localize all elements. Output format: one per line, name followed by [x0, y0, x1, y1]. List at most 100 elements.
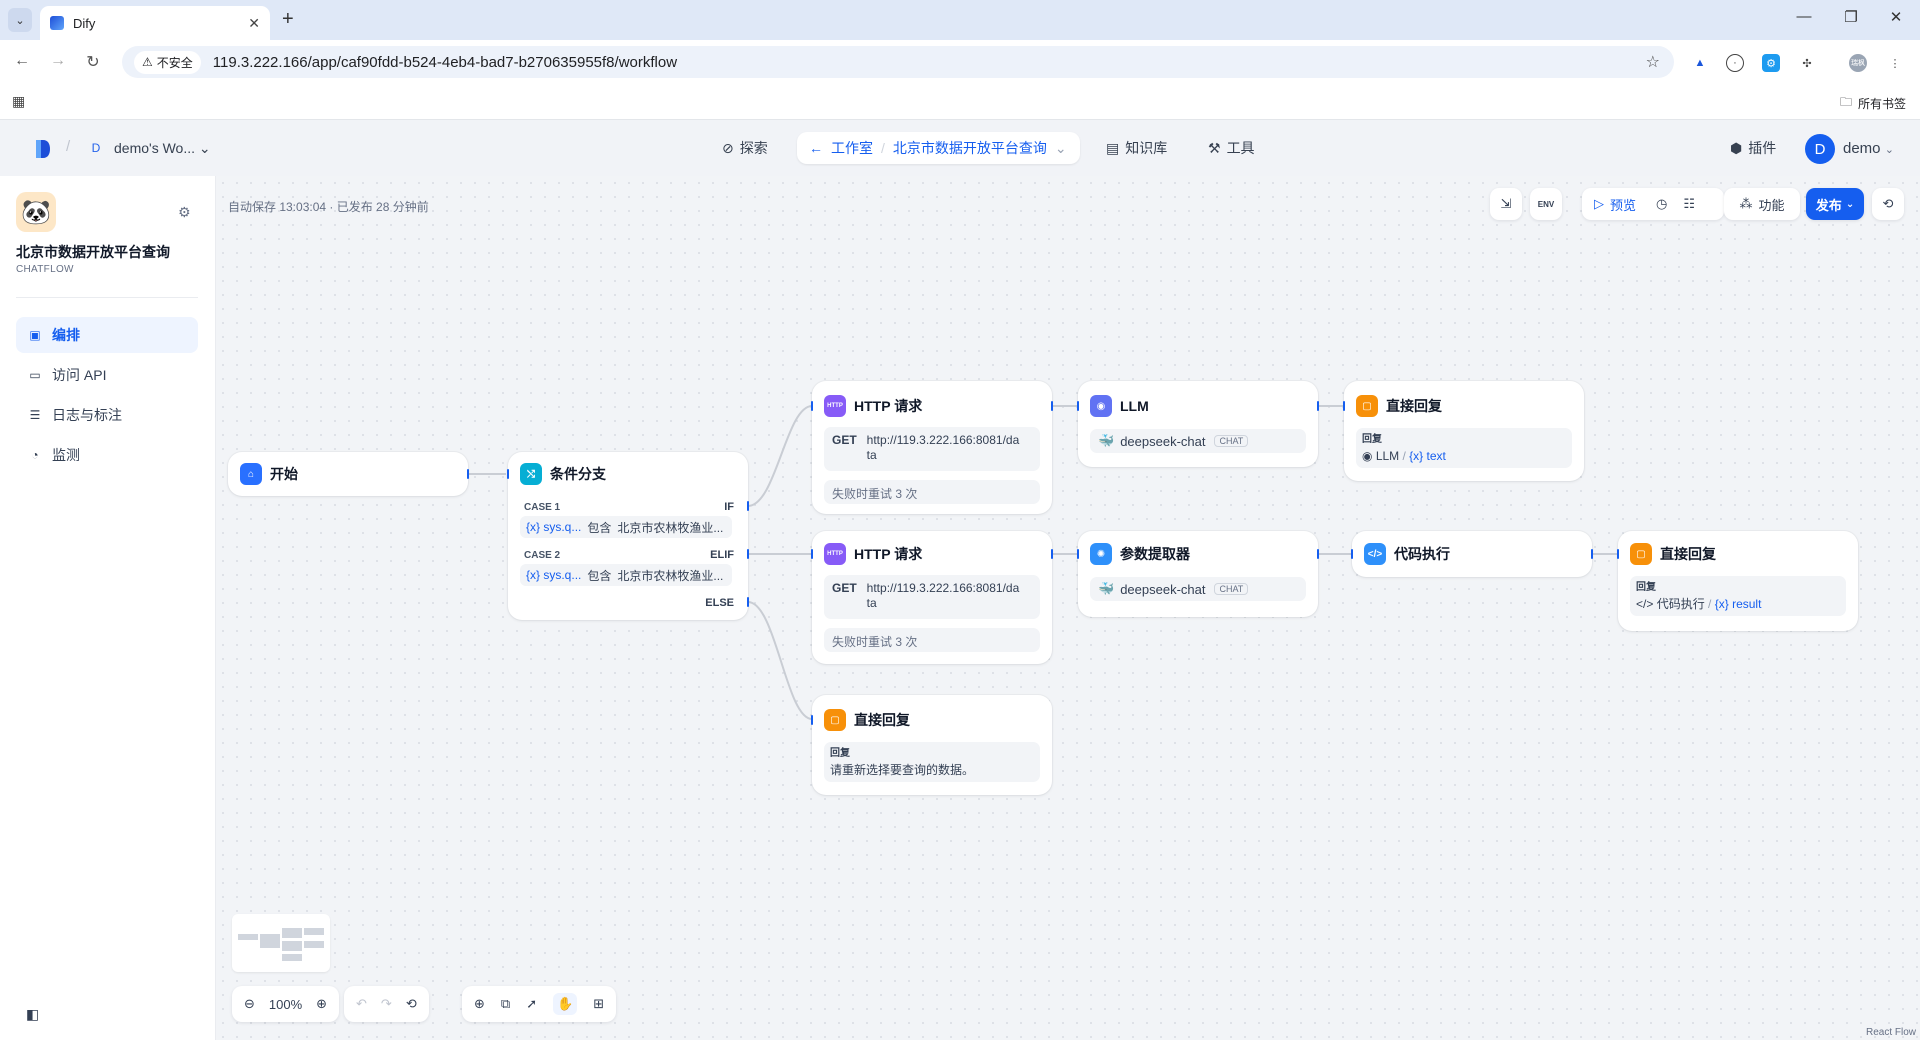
zoom-in-icon[interactable]: ⊕ [316, 996, 327, 1012]
nav-knowledge[interactable]: ▤ 知识库 [1106, 138, 1167, 158]
browser-tab[interactable]: Dify ✕ [40, 6, 270, 40]
minimap[interactable] [232, 914, 330, 972]
tab-title: Dify [73, 15, 96, 31]
forward-icon[interactable]: → [47, 52, 69, 70]
input-handle[interactable] [811, 401, 813, 411]
extension-circle-icon[interactable]: · [1726, 54, 1744, 72]
answer-text: 请重新选择要查询的数据。 [830, 763, 975, 777]
sidebar-item-logs[interactable]: ☰ 日志与标注 [16, 397, 198, 433]
answer-variable: ◉ LLM / {x} text [1362, 448, 1566, 464]
node-answer-3[interactable]: ▢ 直接回复 回复 请重新选择要查询的数据。 [811, 695, 1052, 795]
sidebar-divider [16, 297, 198, 298]
sliders-icon[interactable]: ⚙ [178, 204, 191, 221]
node-if-else[interactable]: ⤭ 条件分支 CASE 1 IF {x} sys.q... 包含 北京市农林牧渔… [507, 452, 749, 620]
input-handle[interactable] [1351, 549, 1353, 559]
else-keyword: ELSE [705, 597, 734, 609]
user-menu[interactable]: demo ⌄ [1843, 140, 1894, 157]
sidebar-item-label: 编排 [52, 327, 80, 343]
answer-icon: ▢ [1356, 395, 1378, 417]
add-node-icon[interactable]: ⊕ [474, 996, 485, 1012]
sidebar-item-api[interactable]: ▭ 访问 API [16, 357, 198, 393]
model-selector: 🐳 deepseek-chat CHAT [1090, 429, 1306, 453]
output-handle[interactable] [1317, 549, 1319, 559]
zoom-out-icon[interactable]: ⊖ [244, 996, 255, 1012]
parameter-extractor-icon: ✺ [1090, 543, 1112, 565]
extension-drive-icon[interactable]: ▲ [1691, 54, 1709, 72]
if-handle[interactable] [747, 501, 749, 511]
input-handle[interactable] [507, 469, 509, 479]
hand-icon[interactable]: ✋ [553, 993, 578, 1015]
node-http-request-1[interactable]: HTTP HTTP 请求 GET http://119.3.222.166:80… [811, 381, 1053, 514]
redo-icon[interactable]: ↷ [381, 996, 392, 1012]
input-handle[interactable] [1343, 401, 1345, 411]
input-handle[interactable] [1077, 401, 1079, 411]
zoom-level[interactable]: 100% [269, 997, 302, 1012]
react-flow-attribution[interactable]: React Flow [1866, 1027, 1916, 1038]
answer-variable: </> 代码执行 / {x} result [1636, 596, 1840, 612]
current-app-name[interactable]: 北京市数据开放平台查询 [893, 138, 1047, 158]
answer-content: 回复 </> 代码执行 / {x} result [1630, 576, 1846, 616]
reload-icon[interactable]: ↻ [82, 52, 104, 72]
pointer-icon[interactable]: ➚ [526, 996, 537, 1012]
bookmark-star-icon[interactable]: ☆ [1646, 52, 1660, 72]
version-history-icon[interactable]: ⟲ [406, 996, 417, 1012]
nav-explore[interactable]: ⊘ 探索 [722, 138, 768, 158]
apps-grid-icon[interactable]: ▦ [12, 93, 25, 110]
workflow-canvas[interactable]: 自动保存 13:03:04 · 已发布 28 分钟前 ⇲ ENV ▷ 预览 ◷ … [216, 176, 1920, 1040]
node-header: ▢ 直接回复 [824, 709, 910, 731]
node-parameter-extractor[interactable]: ✺ 参数提取器 🐳 deepseek-chat CHAT [1077, 531, 1319, 617]
nav-plugins[interactable]: ⬢ 插件 [1730, 138, 1776, 158]
sidebar-item-orchestrate[interactable]: ▣ 编排 [16, 317, 198, 353]
workspace-name: demo's Wo... [114, 140, 195, 156]
all-bookmarks[interactable]: 🗀 所有书签 [1840, 93, 1906, 114]
input-handle[interactable] [811, 549, 813, 559]
nav-tools[interactable]: ⚒ 工具 [1208, 138, 1255, 158]
new-tab-icon[interactable]: + [282, 8, 294, 30]
output-handle[interactable] [1591, 549, 1593, 559]
chevron-down-icon[interactable]: ⌄ [1055, 140, 1067, 157]
chevron-down-icon: ⌄ [198, 140, 211, 156]
nav-studio[interactable]: ← 工作室 / 北京市数据开放平台查询 ⌄ [797, 132, 1080, 164]
security-chip[interactable]: ⚠ 不安全 [134, 50, 201, 74]
nav-studio-label[interactable]: 工作室 [831, 138, 873, 158]
node-code[interactable]: </> 代码执行 [1351, 531, 1593, 577]
input-handle[interactable] [811, 715, 813, 725]
node-llm[interactable]: ◉ LLM 🐳 deepseek-chat CHAT [1077, 381, 1319, 467]
extensions-puzzle-icon[interactable]: ✣ [1798, 54, 1816, 72]
address-bar[interactable]: ⚠ 不安全 119.3.222.166/app/caf90fdd-b524-4e… [122, 46, 1674, 78]
node-start[interactable]: ⌂ 开始 [228, 452, 469, 496]
tab-close-icon[interactable]: ✕ [248, 15, 260, 32]
user-avatar[interactable]: D [1805, 134, 1835, 164]
workspace-switcher[interactable]: demo's Wo... ⌄ [114, 140, 211, 157]
sidebar-item-monitor[interactable]: ◔ 监测 [16, 437, 198, 473]
output-handle[interactable] [467, 469, 469, 479]
sidebar-collapse-icon[interactable]: ◧ [26, 1006, 39, 1023]
browser-menu-icon[interactable]: ⋮ [1886, 54, 1904, 72]
edge-if-http1 [747, 405, 813, 507]
output-handle[interactable] [1051, 549, 1053, 559]
organize-icon[interactable]: ⊞ [593, 996, 604, 1012]
window-close-icon[interactable]: ✕ [1884, 8, 1908, 26]
profile-avatar[interactable]: 瑞枫 [1849, 54, 1867, 72]
tab-search-icon[interactable]: ⌄ [8, 8, 32, 32]
back-icon[interactable]: ← [11, 52, 33, 70]
else-handle[interactable] [747, 597, 749, 607]
node-answer-1[interactable]: ▢ 直接回复 回复 ◉ LLM / {x} text [1343, 381, 1584, 481]
output-handle[interactable] [1317, 401, 1319, 411]
minimize-icon[interactable]: — [1792, 8, 1816, 25]
extension-blue-icon[interactable]: ⚙ [1762, 54, 1780, 72]
input-handle[interactable] [1617, 549, 1619, 559]
dify-logo-icon[interactable] [34, 138, 52, 160]
input-handle[interactable] [1077, 549, 1079, 559]
node-http-request-2[interactable]: HTTP HTTP 请求 GET http://119.3.222.166:80… [811, 531, 1053, 664]
undo-icon[interactable]: ↶ [356, 996, 367, 1012]
node-answer-2[interactable]: ▢ 直接回复 回复 </> 代码执行 / {x} result [1617, 531, 1858, 631]
http-url-line: http://119.3.222.166:8081/da [866, 433, 1020, 447]
elif-handle[interactable] [747, 549, 749, 559]
minimap-preview [238, 928, 324, 961]
restore-icon[interactable]: ❐ [1839, 8, 1863, 26]
add-note-icon[interactable]: ⧉ [501, 996, 510, 1012]
model-mode-tag: CHAT [1214, 435, 1249, 447]
path-slash: / [1704, 597, 1715, 611]
output-handle[interactable] [1051, 401, 1053, 411]
